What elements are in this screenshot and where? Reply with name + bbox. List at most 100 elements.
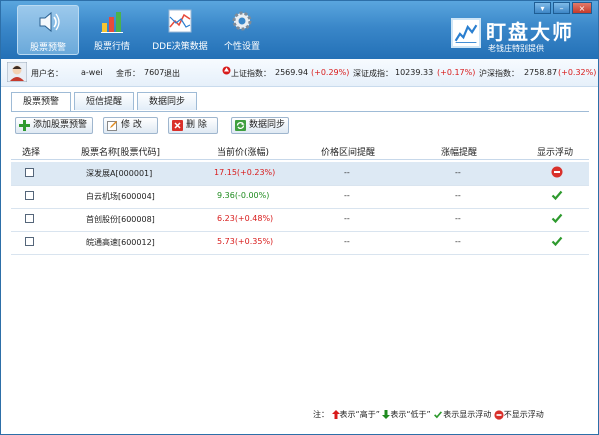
- edit-icon: [107, 121, 117, 131]
- index-up-icon: [222, 66, 231, 75]
- tab-data-sync[interactable]: 数据同步: [137, 92, 197, 110]
- checkmark-icon: [434, 411, 443, 419]
- stock-name: 皖通高速[600012]: [86, 238, 155, 247]
- app-window: 股票预警 股票行情 DDE决策数据 个性设置 ▾ – × 盯盘大师 老钱庄特别提…: [0, 0, 599, 435]
- row-checkbox[interactable]: [25, 191, 34, 200]
- brand: 盯盘大师 老钱庄特别提供: [451, 15, 591, 55]
- table-row[interactable]: 皖通高速[600012] 5.73(+0.35%) -- --: [11, 231, 589, 255]
- row-checkbox[interactable]: [25, 237, 34, 246]
- legend-note: 注：: [313, 410, 329, 419]
- change-alert: --: [455, 237, 461, 246]
- nav-stock-quotes[interactable]: 股票行情: [81, 5, 143, 55]
- price-range-alert: --: [344, 237, 350, 246]
- username-label: 用户名：: [31, 69, 63, 78]
- nav-stock-alert[interactable]: 股票预警: [17, 5, 79, 55]
- col-price-range-alert: 价格区间提醒: [321, 148, 376, 158]
- speaker-icon: [39, 11, 60, 33]
- col-current-price: 当前价(涨幅): [217, 148, 270, 158]
- edit-button-label: 修 改: [121, 120, 142, 130]
- row-checkbox[interactable]: [25, 168, 34, 177]
- brand-title: 盯盘大师: [486, 20, 574, 44]
- avatar: [7, 62, 27, 82]
- col-stock-name: 股票名称[股票代码]: [81, 148, 161, 158]
- nav-settings[interactable]: 个性设置: [211, 5, 273, 55]
- plus-icon: [19, 120, 30, 131]
- index-sh-value: 2569.94: [275, 68, 309, 77]
- sync-icon: [235, 120, 246, 131]
- brand-subtitle: 老钱庄特别提供: [488, 44, 544, 53]
- current-price: 6.23(+0.48%): [217, 214, 274, 223]
- checkmark-icon[interactable]: [551, 235, 563, 247]
- nav-label: 股票预警: [29, 43, 66, 53]
- brand-logo-icon: [451, 18, 481, 48]
- tab-stock-alert[interactable]: 股票预警: [11, 92, 71, 112]
- table-row[interactable]: 深发展A[000001] 17.15(+0.23%) -- --: [11, 162, 589, 186]
- nav-label: 个性设置: [223, 42, 260, 52]
- index-hs-change: (+0.32%): [558, 68, 597, 77]
- coins-value: 7607: [144, 68, 165, 77]
- table-header: 选择 股票名称[股票代码] 当前价(涨幅) 价格区间提醒 涨幅提醒 显示浮动: [11, 141, 589, 160]
- legend-hide: 不显示浮动: [503, 410, 544, 419]
- current-price: 17.15(+0.23%): [214, 168, 276, 177]
- index-hs-value: 2758.87: [524, 68, 558, 77]
- index-sz-value: 10239.33: [395, 68, 434, 77]
- checkmark-icon[interactable]: [551, 189, 563, 201]
- price-range-alert: --: [344, 168, 350, 177]
- row-checkbox[interactable]: [25, 214, 34, 223]
- close-button[interactable]: ×: [572, 2, 592, 14]
- col-change-alert: 涨幅提醒: [441, 148, 478, 158]
- change-alert: --: [455, 191, 461, 200]
- index-sh-label: 上证指数：: [231, 69, 271, 78]
- tab-sms-reminder[interactable]: 短信提醒: [74, 92, 134, 110]
- no-float-icon: [494, 409, 504, 420]
- sync-button-label: 数据同步: [249, 120, 286, 130]
- add-stock-alert-button[interactable]: 添加股票预警: [15, 117, 93, 134]
- down-arrow-icon: [382, 410, 391, 419]
- toolbar: 添加股票预警 修 改 删 除 数据同步: [11, 117, 589, 137]
- col-display-float: 显示浮动: [537, 148, 574, 158]
- hide-float-icon[interactable]: [551, 166, 563, 178]
- logout-link[interactable]: 退出: [164, 68, 180, 79]
- stock-name: 深发展A[000001]: [86, 169, 153, 178]
- index-sz-label: 深证成指：: [353, 69, 393, 78]
- edit-button[interactable]: 修 改: [103, 117, 158, 134]
- data-sync-button[interactable]: 数据同步: [231, 117, 289, 134]
- menu-dropdown-button[interactable]: ▾: [534, 2, 551, 14]
- header-bar: 股票预警 股票行情 DDE决策数据 个性设置 ▾ – × 盯盘大师 老钱庄特别提…: [1, 1, 598, 59]
- legend-down: 表示“低于”: [390, 410, 431, 419]
- line-chart-icon: [168, 9, 192, 33]
- index-hs-label: 沪深指数：: [479, 69, 519, 78]
- add-button-label: 添加股票预警: [33, 120, 88, 130]
- user-bar: 用户名： a-wei 金币： 7607 退出 上证指数： 2569.94 (+0…: [1, 59, 598, 87]
- delete-button[interactable]: 删 除: [168, 117, 218, 134]
- nav-label: 股票行情: [93, 42, 130, 52]
- legend-show: 表示显示浮动: [443, 410, 492, 419]
- up-arrow-icon: [331, 410, 340, 419]
- price-range-alert: --: [344, 214, 350, 223]
- table-row[interactable]: 首创股份[600008] 6.23(+0.48%) -- --: [11, 208, 589, 232]
- delete-icon: [172, 120, 183, 131]
- price-range-alert: --: [344, 191, 350, 200]
- username: a-wei: [81, 68, 103, 77]
- tab-divider: [11, 111, 589, 112]
- bar-chart-icon: [101, 12, 123, 33]
- checkmark-icon[interactable]: [551, 212, 563, 224]
- index-sz-change: (+0.17%): [437, 68, 476, 77]
- index-sh-change: (+0.29%): [311, 68, 350, 77]
- minimize-button[interactable]: –: [553, 2, 570, 14]
- current-price: 5.73(+0.35%): [217, 237, 274, 246]
- legend: 注： 表示“高于” 表示“低于” 表示显示浮动 不显示浮动: [313, 409, 544, 423]
- delete-button-label: 删 除: [186, 120, 207, 130]
- nav-dde-data[interactable]: DDE决策数据: [149, 5, 211, 55]
- coins-label: 金币：: [116, 69, 140, 78]
- change-alert: --: [455, 214, 461, 223]
- nav-label: DDE决策数据: [152, 42, 208, 52]
- table-row[interactable]: 白云机场[600004] 9.36(-0.00%) -- --: [11, 185, 589, 209]
- gear-icon: [232, 11, 252, 31]
- current-price: 9.36(-0.00%): [217, 191, 270, 200]
- stock-name: 首创股份[600008]: [86, 215, 155, 224]
- change-alert: --: [455, 168, 461, 177]
- col-select: 选择: [22, 148, 41, 158]
- stock-name: 白云机场[600004]: [86, 192, 155, 201]
- legend-up: 表示“高于”: [339, 410, 380, 419]
